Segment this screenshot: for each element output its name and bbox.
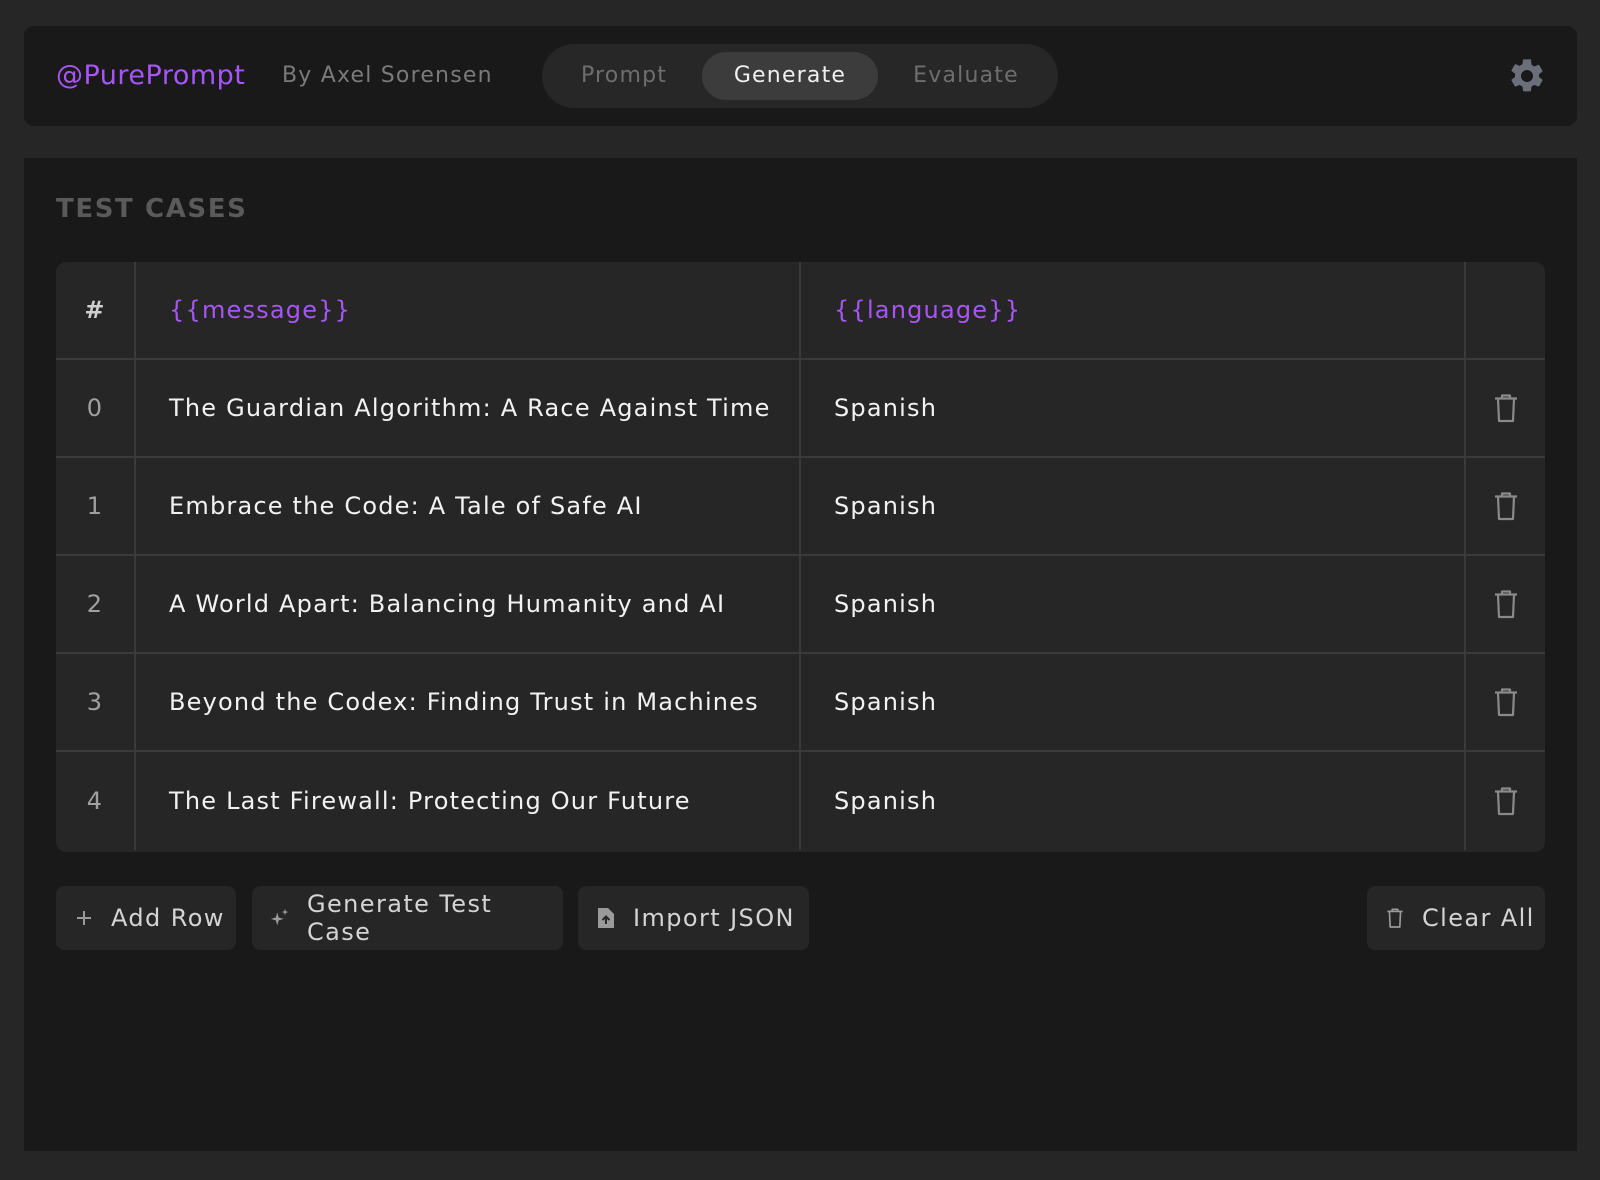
column-header-actions bbox=[1464, 262, 1545, 358]
delete-row-button[interactable] bbox=[1489, 391, 1523, 425]
mode-tabs: Prompt Generate Evaluate bbox=[542, 44, 1058, 108]
table-row: 1 Embrace the Code: A Tale of Safe AI Sp… bbox=[56, 458, 1545, 556]
import-json-button[interactable]: Import JSON bbox=[578, 886, 809, 950]
table-row: 2 A World Apart: Balancing Humanity and … bbox=[56, 556, 1545, 654]
table-header-row: # {{message}} {{language}} bbox=[56, 262, 1545, 360]
table-row: 3 Beyond the Codex: Finding Trust in Mac… bbox=[56, 654, 1545, 752]
message-cell[interactable]: A World Apart: Balancing Humanity and AI bbox=[134, 556, 799, 652]
row-index: 3 bbox=[86, 688, 104, 716]
column-header-message: {{message}} bbox=[134, 262, 799, 358]
row-actions-cell bbox=[1464, 556, 1545, 652]
file-upload-icon bbox=[595, 907, 617, 929]
sparkles-icon bbox=[269, 907, 291, 929]
section-title: TEST CASES bbox=[56, 194, 248, 224]
add-row-label: Add Row bbox=[111, 904, 225, 932]
message-cell[interactable]: Embrace the Code: A Tale of Safe AI bbox=[134, 458, 799, 554]
row-actions-cell bbox=[1464, 654, 1545, 750]
import-json-label: Import JSON bbox=[633, 904, 795, 932]
trash-icon bbox=[1494, 492, 1517, 521]
language-cell[interactable]: Spanish bbox=[799, 752, 1464, 850]
brand-name[interactable]: @PurePrompt bbox=[56, 26, 245, 126]
gear-icon[interactable] bbox=[1507, 56, 1547, 96]
delete-row-button[interactable] bbox=[1489, 685, 1523, 719]
author-label: By Axel Sorensen bbox=[282, 63, 493, 88]
row-actions-cell bbox=[1464, 360, 1545, 456]
trash-icon bbox=[1384, 907, 1406, 929]
row-index: 2 bbox=[86, 590, 104, 618]
row-actions-cell bbox=[1464, 752, 1545, 850]
message-cell[interactable]: Beyond the Codex: Finding Trust in Machi… bbox=[134, 654, 799, 750]
plus-icon bbox=[73, 907, 95, 929]
tab-evaluate[interactable]: Evaluate bbox=[880, 52, 1052, 100]
delete-row-button[interactable] bbox=[1489, 587, 1523, 621]
add-row-button[interactable]: Add Row bbox=[56, 886, 236, 950]
row-index: 1 bbox=[86, 492, 104, 520]
trash-icon bbox=[1494, 394, 1517, 423]
row-actions-cell bbox=[1464, 458, 1545, 554]
clear-all-button[interactable]: Clear All bbox=[1367, 886, 1545, 950]
tab-generate[interactable]: Generate bbox=[702, 52, 878, 100]
trash-icon bbox=[1494, 787, 1517, 816]
language-cell[interactable]: Spanish bbox=[799, 654, 1464, 750]
trash-icon bbox=[1494, 688, 1517, 717]
trash-icon bbox=[1494, 590, 1517, 619]
delete-row-button[interactable] bbox=[1489, 489, 1523, 523]
language-cell[interactable]: Spanish bbox=[799, 556, 1464, 652]
test-cases-panel: TEST CASES # {{message}} {{language}} 0 … bbox=[24, 158, 1577, 1151]
message-cell[interactable]: The Guardian Algorithm: A Race Against T… bbox=[134, 360, 799, 456]
app-header: @PurePrompt By Axel Sorensen Prompt Gene… bbox=[24, 26, 1577, 126]
language-cell[interactable]: Spanish bbox=[799, 458, 1464, 554]
delete-row-button[interactable] bbox=[1489, 784, 1523, 818]
test-cases-table: # {{message}} {{language}} 0 The Guardia… bbox=[56, 262, 1545, 852]
row-index: 0 bbox=[86, 394, 104, 422]
column-header-index: # bbox=[84, 296, 106, 324]
message-cell[interactable]: The Last Firewall: Protecting Our Future bbox=[134, 752, 799, 850]
clear-all-label: Clear All bbox=[1422, 904, 1535, 932]
generate-test-case-label: Generate Test Case bbox=[307, 890, 493, 946]
generate-test-case-button[interactable]: Generate Test Case bbox=[252, 886, 563, 950]
table-row: 4 The Last Firewall: Protecting Our Futu… bbox=[56, 752, 1545, 850]
language-cell[interactable]: Spanish bbox=[799, 360, 1464, 456]
tab-prompt[interactable]: Prompt bbox=[548, 52, 700, 100]
row-index: 4 bbox=[86, 787, 104, 815]
table-row: 0 The Guardian Algorithm: A Race Against… bbox=[56, 360, 1545, 458]
column-header-language: {{language}} bbox=[799, 262, 1464, 358]
